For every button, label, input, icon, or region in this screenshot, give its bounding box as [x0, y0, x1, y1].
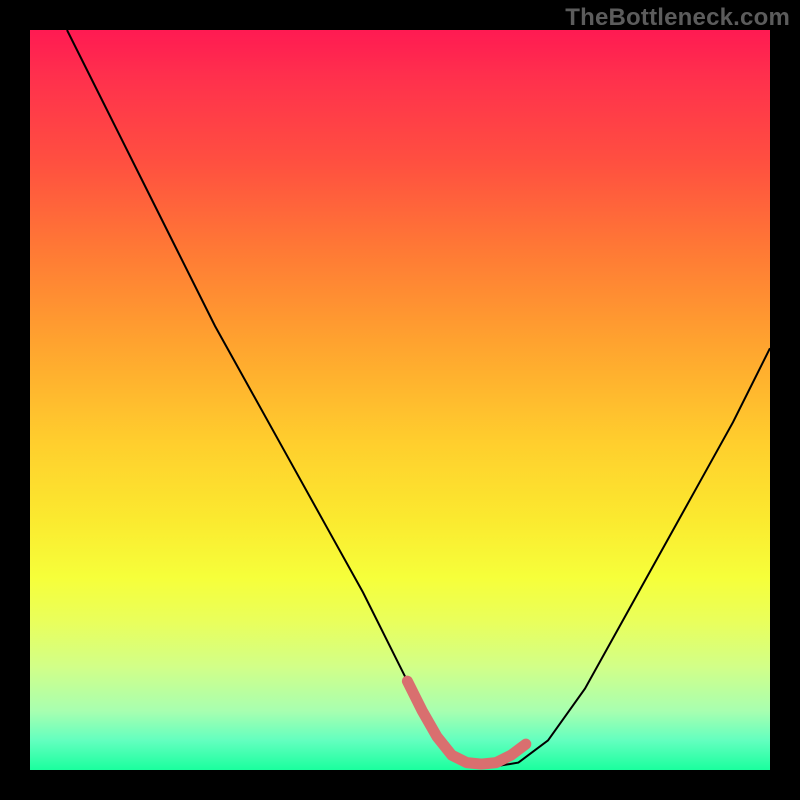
plot-area	[30, 30, 770, 770]
trough-highlight	[407, 681, 525, 764]
chart-frame: TheBottleneck.com	[0, 0, 800, 800]
bottleneck-curve	[67, 30, 770, 766]
watermark: TheBottleneck.com	[565, 4, 790, 32]
curve-overlay	[30, 30, 770, 770]
